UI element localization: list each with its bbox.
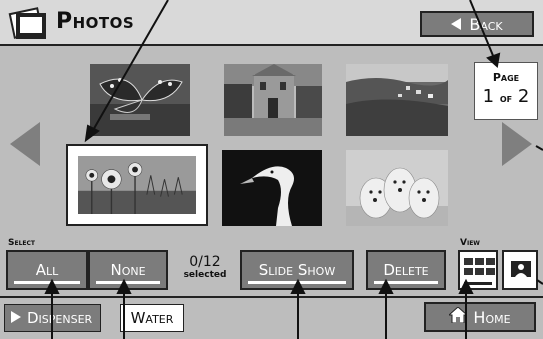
delete-button[interactable]: Delete [366,250,446,290]
single-view-button[interactable] [502,250,538,290]
selection-count-suffix: selected [183,270,227,280]
grid-view-button[interactable] [458,250,498,290]
slideshow-button[interactable]: Slide Show [240,250,354,290]
home-label: Home [473,307,511,327]
play-arrow-icon [11,309,21,327]
grid-view-icon [464,258,495,275]
dispenser-label: Dispenser [27,309,93,327]
water-button[interactable]: Water [120,304,184,332]
select-all-button[interactable]: All [6,250,88,290]
thumbnail-swan[interactable] [222,150,322,226]
header-bar: Photos Back [0,0,543,46]
next-page-arrow-icon[interactable] [502,122,532,166]
photo-gallery: Page 1 of 2 [0,46,543,236]
back-label: Back [469,14,503,34]
page-title: Photos [56,9,135,34]
view-section-label: View [460,238,480,248]
page-label: Page [492,71,520,84]
footer-bar: Dispenser Water Home [0,296,543,339]
thumbnail-puppies[interactable] [346,150,448,226]
dispenser-button[interactable]: Dispenser [4,304,102,332]
single-view-icon [511,261,531,277]
selection-count: 0/12 selected [175,254,235,280]
select-none-button[interactable]: None [88,250,168,290]
home-button[interactable]: Home [424,302,536,332]
page-current: 1 [482,86,495,107]
thumbnail-sunflowers[interactable] [66,144,208,226]
page-indicator: Page 1 of 2 [474,62,538,120]
previous-page-arrow-icon[interactable] [10,122,40,166]
back-button[interactable]: Back [420,11,534,37]
page-total: 2 [517,86,530,107]
thumbnail-butterfly[interactable] [90,64,190,136]
back-arrow-icon [451,15,462,34]
thumbnail-coastal-town[interactable] [346,64,448,136]
select-section-label: Select [8,238,35,248]
page-of-label: of [499,92,513,105]
home-icon [448,306,469,327]
thumbnail-village-street[interactable] [224,64,322,136]
photos-screen: Photos Back Page 1 of 2 Select All None … [0,0,543,339]
page-count: 1 of 2 [475,86,537,107]
selection-count-value: 0/12 [189,254,221,270]
photos-icon [8,5,48,41]
